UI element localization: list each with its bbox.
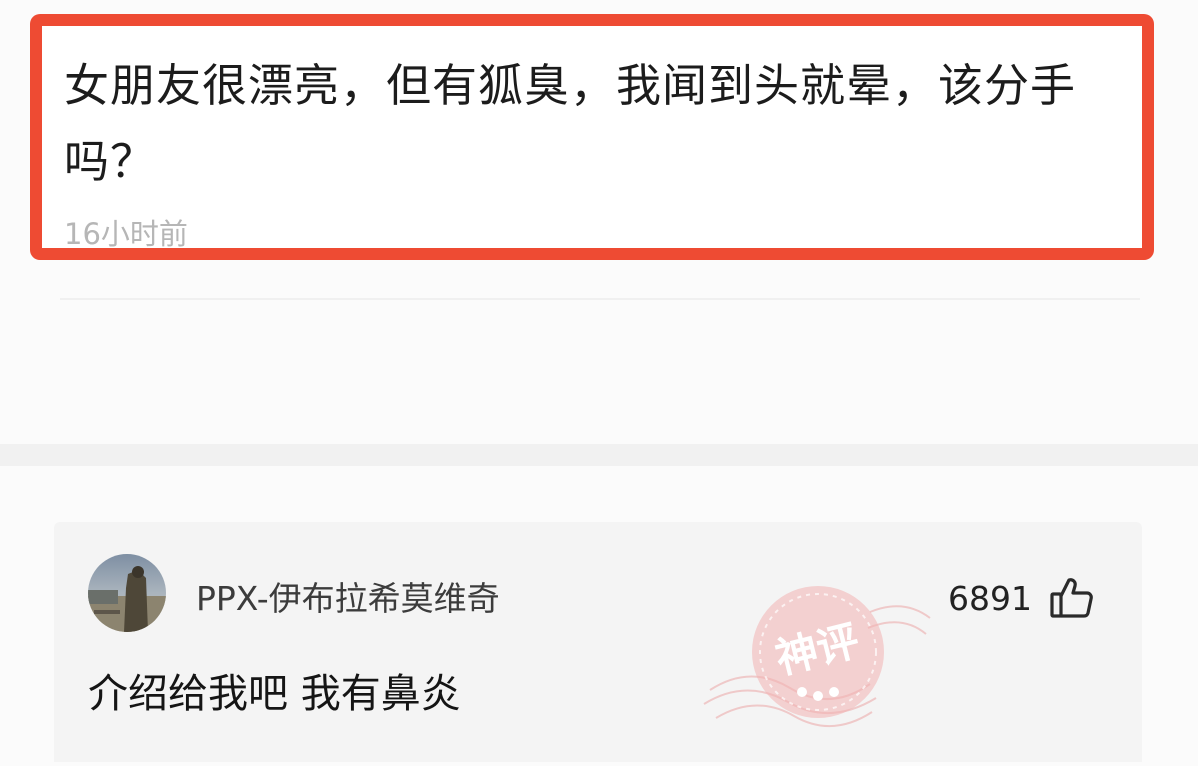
like-count: 6891 <box>948 579 1032 618</box>
comment-card[interactable]: PPX-伊布拉希莫维奇 6891 神评 介绍给我吧 我有鼻炎 <box>54 522 1142 762</box>
comment-text: 介绍给我吧 我有鼻炎 <box>88 671 461 717</box>
section-divider <box>0 444 1198 466</box>
post-timestamp: 16小时前 <box>64 217 188 251</box>
post-card-highlighted[interactable]: 女朋友很漂亮，但有狐臭，我闻到头就晕，该分手吗？ 16小时前 <box>30 14 1154 260</box>
thumbs-up-icon[interactable] <box>1048 574 1096 622</box>
user-avatar[interactable] <box>88 554 166 632</box>
divider <box>60 298 1140 300</box>
god-comment-stamp: 神评 <box>690 572 940 762</box>
comment-username[interactable]: PPX-伊布拉希莫维奇 <box>196 577 500 621</box>
post-title: 女朋友很漂亮，但有狐臭，我闻到头就晕，该分手吗？ <box>64 59 1077 188</box>
